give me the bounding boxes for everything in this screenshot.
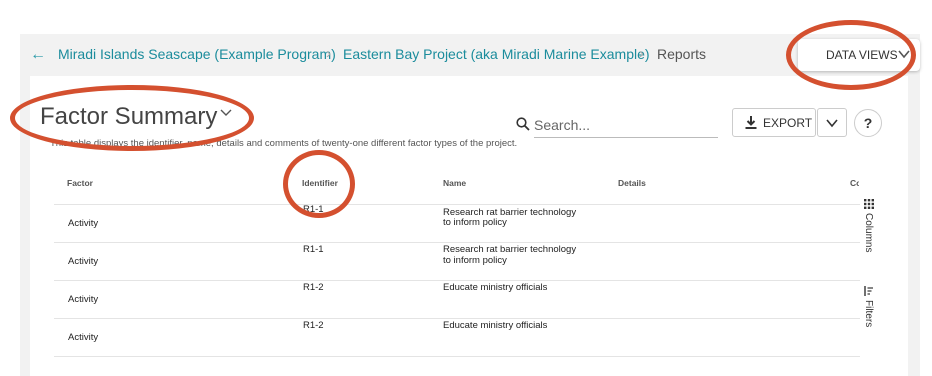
chevron-down-icon[interactable] [219,108,233,118]
data-views-button[interactable]: DATA VIEWS [798,39,920,71]
row-divider [54,318,860,319]
row-divider [54,204,860,205]
column-header-name[interactable]: Name [443,178,466,188]
table-description: This table displays the identifier, name… [50,138,518,149]
breadcrumb-item-program[interactable]: Miradi Islands Seascape (Example Program… [58,46,336,62]
cell-identifier: R1-1 [303,244,324,255]
cell-identifier: R1-1 [303,204,324,215]
columns-tab-label: Columns [863,213,874,253]
cell-factor: Activity [68,332,99,343]
chevron-right-icon: › [639,45,644,62]
cell-name: Educate ministry officials [443,320,548,331]
column-header-identifier[interactable]: Identifier [302,178,338,188]
download-icon [745,116,757,129]
cell-factor: Activity [68,218,99,229]
breadcrumb-bar: ← Miradi Islands Seascape (Example Progr… [20,34,920,76]
chevron-down-icon [898,50,910,59]
search-input[interactable] [534,113,718,138]
cell-identifier: R1-2 [303,320,324,331]
help-button[interactable]: ? [854,109,882,137]
row-divider [54,356,860,357]
filters-tab-label: Filters [863,300,874,328]
data-views-label: DATA VIEWS [826,48,898,62]
cell-identifier: R1-2 [303,282,324,293]
row-divider [54,280,860,281]
export-label: EXPORT [763,115,813,130]
row-divider [54,242,860,243]
chevron-down-icon [826,119,838,128]
grid-icon [864,199,874,209]
column-header-factor[interactable]: Factor [67,178,93,188]
cell-factor: Activity [68,294,99,305]
cell-name-continued: to inform policy [443,217,507,228]
column-header-details[interactable]: Details [618,178,646,188]
cell-factor: Activity [68,256,99,267]
breadcrumb-item-project[interactable]: Eastern Bay Project (aka Miradi Marine E… [343,46,650,62]
filter-icon [864,286,873,296]
cell-name-continued: to inform policy [443,255,507,266]
filters-side-tab[interactable]: Filters [862,286,878,334]
cell-name: Educate ministry officials [443,282,548,293]
back-arrow-icon[interactable]: ← [30,46,46,64]
columns-side-tab[interactable]: Columns [862,199,878,259]
cell-name: Research rat barrier technology [443,244,577,255]
breadcrumb-item-reports: Reports [657,46,707,62]
export-options-button[interactable] [817,108,847,137]
search-icon [516,117,530,131]
page-title[interactable]: Factor Summary [40,103,217,131]
export-button[interactable]: EXPORT [732,108,816,137]
chevron-right-icon: › [326,45,331,62]
column-header-comments[interactable]: Co [850,178,859,188]
